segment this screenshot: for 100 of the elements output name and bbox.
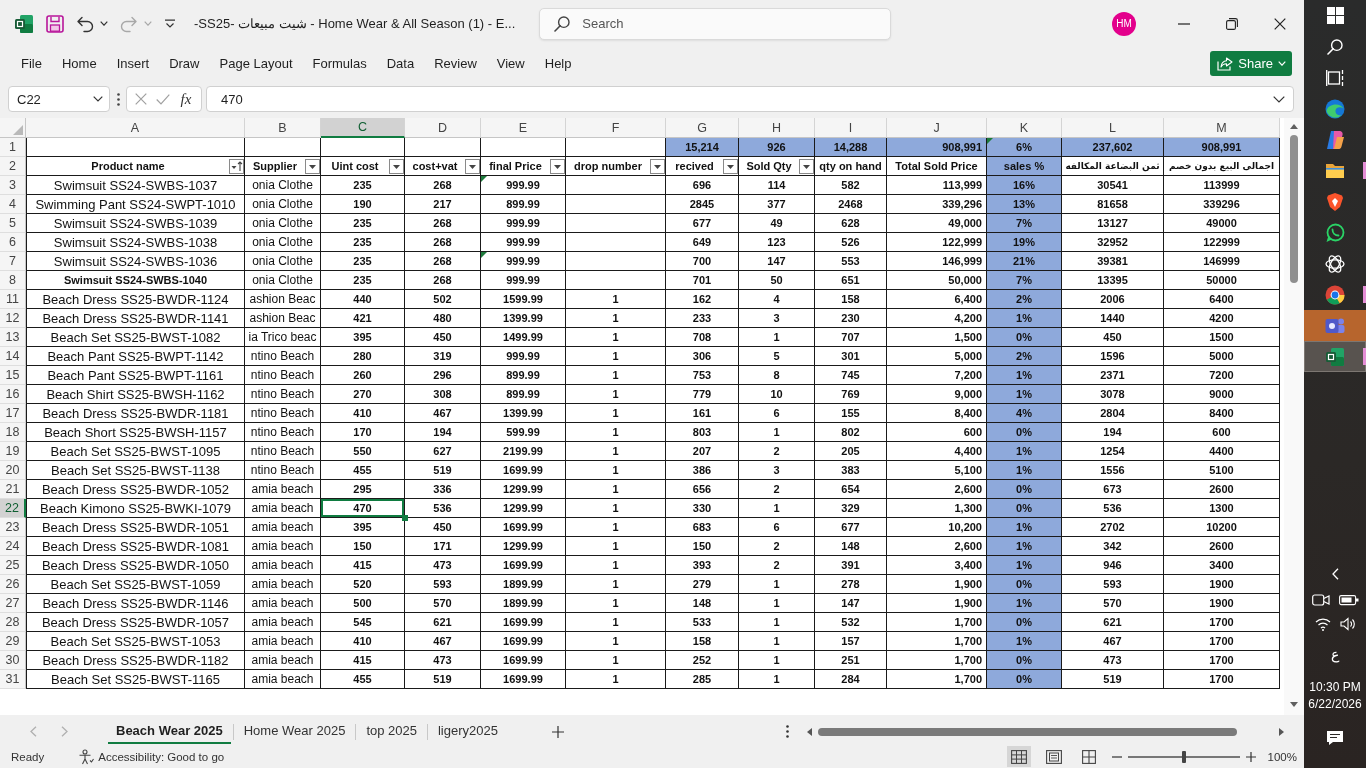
row-number[interactable]: 3 [0,176,26,195]
save-icon[interactable] [46,14,64,33]
filter-icon[interactable] [550,159,565,174]
scrollbar-thumb[interactable] [818,727,1237,736]
ribbon-tab[interactable]: Data [376,51,425,76]
notification-icon[interactable] [1326,730,1344,746]
row-number[interactable]: 27 [0,594,26,613]
plus-icon[interactable] [552,725,564,738]
fill-handle-icon[interactable] [402,515,408,521]
row-number[interactable]: 11 [0,290,26,309]
column-letter[interactable]: M [1164,118,1280,138]
column-letter[interactable]: F [566,118,666,138]
sheet-tab[interactable]: Home Wear 2025 [235,719,354,744]
row-number[interactable]: 17 [0,404,26,423]
column-letter[interactable]: C [321,118,405,138]
caret-down-icon[interactable] [1273,95,1285,103]
filter-icon[interactable] [799,159,814,174]
filter-icon[interactable] [650,159,665,174]
formula-field[interactable]: 470 [206,86,1294,112]
row-number[interactable]: 22 [0,499,26,518]
row-number[interactable]: 16 [0,385,26,404]
language-indicator[interactable]: ع [1331,645,1339,663]
row-number[interactable]: 15 [0,366,26,385]
caret-down-icon[interactable] [1290,702,1298,707]
filter-icon[interactable] [465,159,480,174]
sheet-tab[interactable]: ligery2025 [430,719,506,744]
camera-icon[interactable] [1311,593,1330,607]
row-number[interactable]: 28 [0,613,26,632]
clock-time[interactable]: 10:30 PM [1309,679,1361,696]
row-number[interactable]: 13 [0,328,26,347]
undo-icon[interactable] [76,14,94,33]
row-number[interactable]: 25 [0,556,26,575]
more-icon[interactable] [786,725,789,738]
plus-icon[interactable] [1245,751,1256,762]
column-letter[interactable]: D [405,118,481,138]
caret-down-icon[interactable] [100,21,108,26]
ribbon-tab[interactable]: Formulas [302,51,377,76]
row-number[interactable]: 2 [0,157,26,176]
ribbon-tab[interactable]: Help [534,51,582,76]
ribbon-tab[interactable]: Home [51,51,107,76]
zoom-slider-thumb[interactable] [1181,750,1186,763]
account-avatar[interactable]: HM [1112,11,1136,36]
column-letter[interactable]: H [739,118,815,138]
scrollbar-thumb[interactable] [1290,135,1298,283]
row-number[interactable]: 6 [0,233,26,252]
sheet-tab[interactable]: Beach Wear 2025 [108,719,231,744]
column-letter[interactable]: A [26,118,245,138]
restore-icon[interactable] [1226,17,1238,30]
row-number[interactable]: 5 [0,214,26,233]
speaker-icon[interactable] [1339,617,1356,631]
accessibility-button[interactable]: Accessibility: Good to go [78,748,225,765]
row-number[interactable]: 30 [0,651,26,670]
row-number[interactable]: 12 [0,309,26,328]
column-letter[interactable]: K [987,118,1062,138]
filter-icon[interactable] [305,159,320,174]
caret-right-icon[interactable] [1279,727,1284,736]
share-button[interactable]: Share [1210,51,1292,76]
name-box[interactable]: C22 [8,86,110,112]
column-letter[interactable]: B [245,118,321,138]
column-letter[interactable]: G [666,118,739,138]
row-number[interactable]: 14 [0,347,26,366]
caret-left-icon[interactable] [807,727,812,736]
column-letter[interactable]: L [1062,118,1164,138]
row-number[interactable]: 21 [0,480,26,499]
customize-icon[interactable] [164,18,176,29]
row-number[interactable]: 7 [0,252,26,271]
ribbon-tab[interactable]: Draw [159,51,210,76]
row-number[interactable]: 24 [0,537,26,556]
row-number[interactable]: 19 [0,442,26,461]
row-number[interactable]: 29 [0,632,26,651]
filter-icon[interactable] [389,159,404,174]
drag-handle-icon[interactable] [117,92,120,106]
close-icon[interactable] [1274,17,1286,30]
search-field[interactable]: Search [539,7,892,40]
ribbon-tab[interactable]: Page Layout [209,51,303,76]
view-button[interactable] [1006,746,1031,767]
row-number[interactable]: 20 [0,461,26,480]
column-letter[interactable]: E [481,118,566,138]
ribbon-tab[interactable]: File [11,51,52,76]
column-letter[interactable]: I [815,118,887,138]
row-number[interactable]: 18 [0,423,26,442]
row-number[interactable]: 4 [0,195,26,214]
column-letter[interactable]: J [887,118,987,138]
caret-up-icon[interactable] [1290,124,1298,129]
battery-icon[interactable] [1338,594,1359,606]
row-number[interactable]: 1 [0,138,26,157]
row-number[interactable]: 31 [0,670,26,689]
sort-filter-icon[interactable] [229,159,244,174]
row-number[interactable]: 23 [0,518,26,537]
minus-icon[interactable] [1111,755,1122,758]
sheet-tab[interactable]: top 2025 [358,719,425,744]
zoom-level[interactable]: 100% [1267,750,1297,763]
wifi-icon[interactable] [1314,617,1331,631]
minimize-icon[interactable] [1178,22,1190,25]
ribbon-tab[interactable]: View [486,51,535,76]
row-number[interactable]: 8 [0,271,26,290]
filter-icon[interactable] [723,159,738,174]
ribbon-tab[interactable]: Review [424,51,487,76]
insert-function-button[interactable]: fx [178,90,194,108]
row-number[interactable]: 26 [0,575,26,594]
